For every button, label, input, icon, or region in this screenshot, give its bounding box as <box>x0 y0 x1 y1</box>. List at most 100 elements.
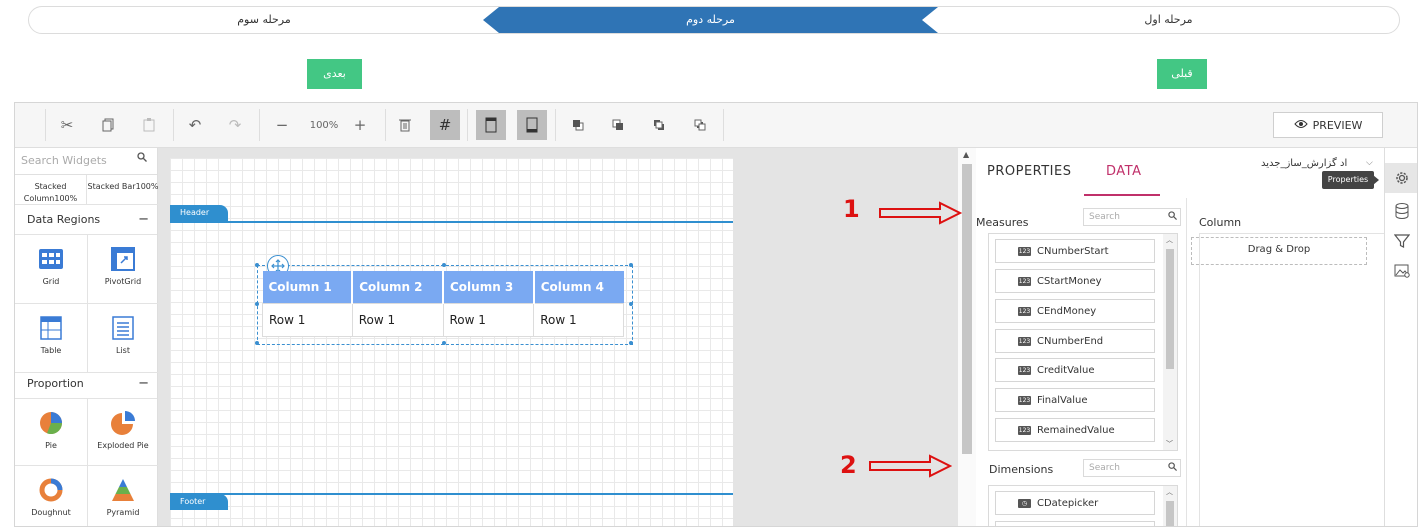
dimension-item[interactable] <box>995 521 1155 526</box>
scroll-up-icon[interactable]: ︿ <box>1166 235 1173 245</box>
measure-item[interactable]: 123 FinalValue <box>995 388 1155 412</box>
resize-handle[interactable] <box>629 302 633 306</box>
dimensions-scrollbar[interactable]: ︿ <box>1163 486 1177 526</box>
header-band-label[interactable]: Header <box>170 205 228 221</box>
collapse-icon[interactable]: − <box>138 206 149 234</box>
bring-forward-icon[interactable] <box>563 110 593 140</box>
copy-icon[interactable] <box>93 110 123 140</box>
paste-icon[interactable] <box>134 110 164 140</box>
footer-band-line <box>170 493 733 495</box>
widget-search[interactable]: Search Widgets <box>15 148 157 175</box>
zoom-out-icon[interactable]: − <box>267 110 297 140</box>
widget-pie[interactable]: Pie <box>15 399 88 466</box>
table-header-cell[interactable]: Column 1 <box>262 271 354 304</box>
image-settings-icon[interactable] <box>1385 256 1417 286</box>
measure-item[interactable]: 123 CNumberEnd <box>995 329 1155 353</box>
tab-data[interactable]: DATA <box>1106 164 1142 179</box>
table-header-cell[interactable]: Column 3 <box>443 271 535 304</box>
widget-stacked-column100[interactable]: Stacked Column100% <box>15 175 87 205</box>
gear-icon[interactable] <box>1385 163 1417 193</box>
undo-icon[interactable]: ↶ <box>180 110 210 140</box>
resize-handle[interactable] <box>255 302 259 306</box>
preview-label: PREVIEW <box>1312 118 1363 132</box>
database-icon[interactable] <box>1385 196 1417 226</box>
table-header-cell[interactable]: Column 4 <box>533 271 624 304</box>
scroll-up-icon[interactable]: ▲ <box>963 150 969 159</box>
widget-search-input[interactable]: Search Widgets <box>21 154 107 167</box>
resize-handle[interactable] <box>255 341 259 345</box>
widget-table[interactable]: Table <box>15 304 88 373</box>
section-data-regions[interactable]: Data Regions − <box>15 206 157 235</box>
grid-lines-icon[interactable]: # <box>430 110 460 140</box>
send-backward-icon[interactable] <box>603 110 633 140</box>
measure-label: CNumberEnd <box>1037 335 1104 347</box>
table-widget-icon <box>15 316 87 342</box>
delete-icon[interactable] <box>390 110 420 140</box>
widget-pivotgrid[interactable]: PivotGrid <box>87 235 159 304</box>
doughnut-widget-icon <box>15 478 87 504</box>
section-proportion[interactable]: Proportion − <box>15 370 157 399</box>
filter-icon[interactable] <box>1385 226 1417 256</box>
widget-grid[interactable]: Grid <box>15 235 88 304</box>
measure-item[interactable]: 123 CStartMoney <box>995 269 1155 293</box>
measures-search-input[interactable]: Search <box>1089 212 1120 222</box>
collapse-icon[interactable]: − <box>138 370 149 398</box>
scroll-thumb[interactable] <box>1166 501 1174 526</box>
properties-tooltip: Properties <box>1322 171 1374 189</box>
report-canvas[interactable]: Header Column 1 Column 2 Column 3 Column… <box>170 158 733 526</box>
measure-item[interactable]: 123 CEndMoney <box>995 299 1155 323</box>
widget-exploded-pie[interactable]: Exploded Pie <box>87 399 159 466</box>
table-cell[interactable]: Row 1 <box>262 303 353 337</box>
measure-label: CStartMoney <box>1037 275 1102 287</box>
bring-to-front-icon[interactable] <box>644 110 674 140</box>
measure-item[interactable]: 123 RemainedValue <box>995 418 1155 442</box>
dimensions-search-input[interactable]: Search <box>1089 463 1120 473</box>
chevron-down-icon[interactable]: ⌵ <box>1366 158 1373 168</box>
widget-list[interactable]: List <box>87 304 159 373</box>
widget-doughnut[interactable]: Doughnut <box>15 466 88 526</box>
widget-pyramid[interactable]: Pyramid <box>87 466 159 526</box>
footer-toggle-icon[interactable] <box>517 110 547 140</box>
redo-icon[interactable]: ↷ <box>220 110 250 140</box>
annotation-number-1: 1 <box>843 195 860 223</box>
wizard-step-3[interactable]: مرحله سوم <box>29 7 499 33</box>
column-title: Column <box>1199 216 1242 229</box>
drag-drop-target[interactable]: Drag & Drop <box>1191 237 1367 265</box>
resize-handle[interactable] <box>255 263 259 267</box>
scroll-down-icon[interactable]: ﹀ <box>1166 439 1173 449</box>
resize-handle[interactable] <box>629 341 633 345</box>
resize-handle[interactable] <box>442 341 446 345</box>
dimensions-search[interactable]: Search <box>1083 459 1181 477</box>
measures-scrollbar[interactable]: ︿ ﹀ <box>1163 234 1177 450</box>
table-cell[interactable]: Row 1 <box>533 303 624 337</box>
table-header-cell[interactable]: Column 2 <box>352 271 444 304</box>
dataset-selector[interactable]: اد گزارش_ساز_جدید <box>1261 158 1347 169</box>
wizard-step-2-active[interactable]: مرحله دوم <box>483 7 938 33</box>
scroll-thumb[interactable] <box>962 164 972 454</box>
table-cell[interactable]: Row 1 <box>442 303 535 337</box>
preview-button[interactable]: PREVIEW <box>1273 112 1383 138</box>
report-table[interactable]: Column 1 Column 2 Column 3 Column 4 Row … <box>262 271 624 337</box>
scroll-up-icon[interactable]: ︿ <box>1166 487 1173 497</box>
search-icon <box>137 152 147 165</box>
scroll-thumb[interactable] <box>1166 249 1174 369</box>
next-button[interactable]: بعدی <box>307 59 362 89</box>
wizard-step-1[interactable]: مرحله اول <box>938 7 1399 33</box>
header-toggle-icon[interactable] <box>476 110 506 140</box>
cut-icon[interactable]: ✂ <box>52 110 82 140</box>
previous-button[interactable]: قبلی <box>1157 59 1207 89</box>
measure-item[interactable]: 123 CreditValue <box>995 358 1155 382</box>
measures-search[interactable]: Search <box>1083 208 1181 226</box>
resize-handle[interactable] <box>442 263 446 267</box>
footer-band-label[interactable]: Footer <box>170 494 228 510</box>
send-to-back-icon[interactable] <box>685 110 715 140</box>
tab-properties[interactable]: PROPERTIES <box>987 164 1072 179</box>
zoom-in-icon[interactable]: + <box>345 110 375 140</box>
widget-label: List <box>116 346 130 355</box>
table-cell[interactable]: Row 1 <box>351 303 444 337</box>
measure-item[interactable]: 123 CNumberStart <box>995 239 1155 263</box>
widget-stacked-bar100[interactable]: Stacked Bar100% <box>87 175 159 205</box>
dimension-item[interactable]: ◷ CDatepicker <box>995 491 1155 515</box>
annotation-arrow-2 <box>869 454 952 478</box>
resize-handle[interactable] <box>629 263 633 267</box>
